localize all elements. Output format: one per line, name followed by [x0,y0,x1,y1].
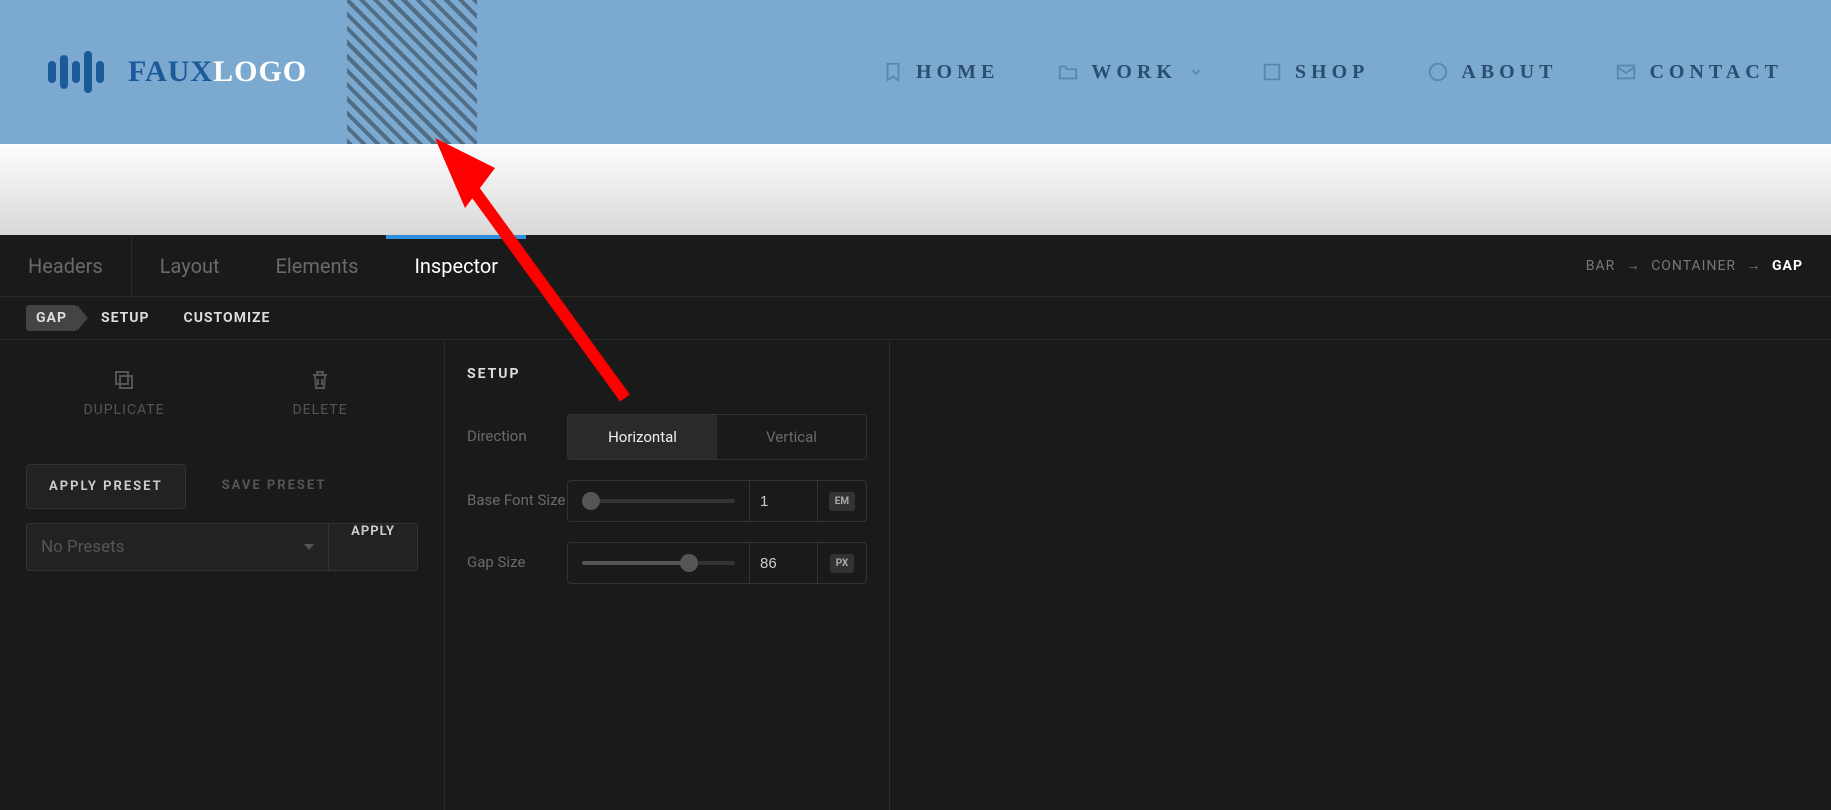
gap-size-row: Gap Size PX [467,542,867,584]
preview-area: FAUXLOGO HOME WORK SHOP ABOUT [0,0,1831,235]
breadcrumb-arrow-icon: → [1626,258,1641,274]
duplicate-icon [112,368,136,392]
subtab-customize[interactable]: CUSTOMIZE [174,305,281,331]
breadcrumb-bar[interactable]: BAR [1586,258,1615,274]
circle-icon [1427,61,1449,83]
square-icon [1261,61,1283,83]
font-size-slider[interactable] [567,480,749,522]
font-size-input[interactable] [749,480,817,522]
direction-segmented: Horizontal Vertical [567,414,867,460]
preset-select-row: No Presets APPLY [26,523,418,571]
nav-label: WORK [1091,61,1177,84]
trash-icon [308,368,332,392]
gap-size-slider[interactable] [567,542,749,584]
direction-label: Direction [467,427,567,447]
subtab-gap[interactable]: GAP [26,305,77,331]
inspector-setup-col: SETUP Direction Horizontal Vertical Base… [445,340,890,810]
nav-home[interactable]: HOME [882,61,999,84]
site-logo[interactable]: FAUXLOGO [48,51,307,93]
font-size-unit-button[interactable]: EM [817,480,867,522]
setup-title: SETUP [467,366,867,382]
preview-header-bar: FAUXLOGO HOME WORK SHOP ABOUT [0,0,1831,144]
preview-nav: HOME WORK SHOP ABOUT CONTACT [882,61,1783,84]
inspector-actions-col: DUPLICATE DELETE APPLY PRESET SAVE PRESE… [0,340,445,810]
gap-size-unit-button[interactable]: PX [817,542,867,584]
inspector-panel: Headers Layout Elements Inspector BAR → … [0,235,1831,810]
logo-suffix: LOGO [213,55,307,88]
inspector-subtabs: GAP SETUP CUSTOMIZE [0,297,1831,340]
nav-label: CONTACT [1649,61,1783,84]
apply-preset-button[interactable]: APPLY PRESET [26,464,186,509]
nav-label: ABOUT [1461,61,1557,84]
gap-element-highlight[interactable] [347,0,477,144]
duplicate-label: DUPLICATE [83,402,164,418]
nav-label: SHOP [1295,61,1369,84]
inspector-columns: DUPLICATE DELETE APPLY PRESET SAVE PRESE… [0,340,1831,810]
font-size-label: Base Font Size [467,491,567,511]
direction-horizontal[interactable]: Horizontal [568,415,717,459]
tab-inspector[interactable]: Inspector [386,235,526,296]
font-size-unit: EM [829,492,855,511]
gap-size-input[interactable] [749,542,817,584]
logo-text: FAUXLOGO [128,55,307,89]
tab-layout[interactable]: Layout [132,235,248,296]
tab-elements[interactable]: Elements [248,235,387,296]
inspector-empty-col [890,340,1831,810]
breadcrumb: BAR → CONTAINER → GAP [1586,257,1803,274]
nav-shop[interactable]: SHOP [1261,61,1369,84]
preset-select[interactable]: No Presets [26,523,328,571]
action-row: DUPLICATE DELETE [26,362,418,424]
gap-size-unit: PX [830,554,855,573]
envelope-icon [1615,61,1637,83]
save-preset-button: SAVE PRESET [200,464,349,509]
logo-mark-icon [48,51,104,93]
caret-down-icon [304,544,314,550]
font-size-row: Base Font Size EM [467,480,867,522]
subtab-setup[interactable]: SETUP [91,305,160,331]
delete-label: DELETE [292,402,347,418]
direction-row: Direction Horizontal Vertical [467,414,867,460]
nav-about[interactable]: ABOUT [1427,61,1557,84]
gap-size-label: Gap Size [467,553,567,573]
duplicate-button[interactable]: DUPLICATE [26,362,222,424]
breadcrumb-gap[interactable]: GAP [1772,258,1803,274]
preset-select-value: No Presets [41,537,125,557]
delete-button[interactable]: DELETE [222,362,418,424]
nav-label: HOME [916,61,999,84]
nav-contact[interactable]: CONTACT [1615,61,1783,84]
breadcrumb-container[interactable]: CONTAINER [1651,258,1736,274]
tab-headers[interactable]: Headers [0,235,132,296]
apply-button[interactable]: APPLY [328,523,418,571]
bookmark-icon [882,61,904,83]
nav-work[interactable]: WORK [1057,61,1203,84]
direction-vertical[interactable]: Vertical [717,415,866,459]
panel-tabbar: Headers Layout Elements Inspector BAR → … [0,235,1831,297]
folder-icon [1057,61,1079,83]
preset-buttons: APPLY PRESET SAVE PRESET [26,464,418,509]
chevron-down-icon [1189,65,1203,79]
logo-prefix: FAUX [128,55,213,88]
breadcrumb-arrow-icon: → [1747,258,1762,274]
